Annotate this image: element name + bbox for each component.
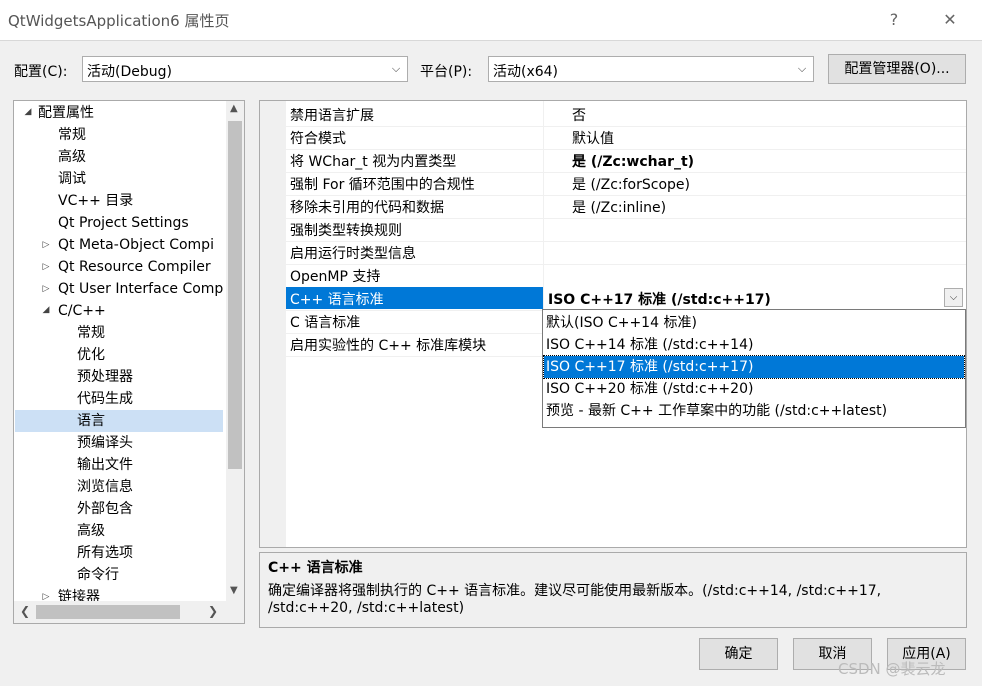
tree-item-output-files[interactable]: 输出文件 bbox=[77, 454, 133, 476]
description-panel: C++ 语言标准 确定编译器将强制执行的 C++ 语言标准。建议尽可能使用最新版… bbox=[259, 552, 967, 628]
tree-item-command-line[interactable]: 命令行 bbox=[77, 564, 119, 586]
title-bar: QtWidgetsApplication6 属性页 ? ✕ bbox=[0, 0, 982, 41]
dropdown-option[interactable]: 默认(ISO C++14 标准) bbox=[544, 312, 964, 334]
config-label: 配置(C): bbox=[14, 64, 68, 80]
tree-item-language[interactable]: 语言 bbox=[77, 410, 105, 432]
tree-vertical-scrollbar[interactable]: ▲ ▼ bbox=[226, 101, 244, 601]
grid-row[interactable]: OpenMP 支持 bbox=[286, 264, 966, 288]
tree-horizontal-scrollbar[interactable]: ❮ ❯ bbox=[14, 601, 244, 623]
config-manager-button[interactable]: 配置管理器(O)... bbox=[828, 54, 966, 84]
tree-item-qt-uic[interactable]: Qt User Interface Comp bbox=[58, 278, 223, 300]
property-name: 将 WChar_t 视为内置类型 bbox=[290, 154, 457, 170]
chevron-down-icon: ⌵ bbox=[797, 62, 807, 75]
tree-item-optimization[interactable]: 优化 bbox=[77, 344, 105, 366]
grid-row[interactable]: 禁用语言扩展 否 bbox=[286, 103, 966, 127]
dropdown-option-selected[interactable]: ISO C++17 标准 (/std:c++17) bbox=[543, 355, 965, 379]
tree-item-cpp-general[interactable]: 常规 bbox=[77, 322, 105, 344]
tree-collapsed-icon[interactable]: ▷ bbox=[40, 284, 52, 294]
close-icon[interactable]: ✕ bbox=[932, 6, 968, 34]
tree-item-general[interactable]: 常规 bbox=[58, 124, 86, 146]
tree-item-pch[interactable]: 预编译头 bbox=[77, 432, 133, 454]
tree-item-cpp-advanced[interactable]: 高级 bbox=[77, 520, 105, 542]
watermark: CSDN @裴云龙 bbox=[838, 660, 946, 678]
dropdown-option[interactable]: 预览 - 最新 C++ 工作草案中的功能 (/std:c++latest) bbox=[544, 400, 964, 422]
grid-gutter bbox=[260, 101, 286, 547]
tree-item-vc-dirs[interactable]: VC++ 目录 bbox=[58, 190, 133, 212]
grid-row[interactable]: 将 WChar_t 视为内置类型 是 (/Zc:wchar_t) bbox=[286, 149, 966, 173]
platform-value: 活动(x64) bbox=[493, 64, 559, 80]
property-value: 否 bbox=[572, 108, 586, 124]
tree-item-code-gen[interactable]: 代码生成 bbox=[77, 388, 133, 410]
property-name: 强制类型转换规则 bbox=[290, 223, 402, 239]
tree-expanded-icon[interactable]: ◢ bbox=[22, 107, 34, 117]
cpp-standard-dropdown[interactable]: 默认(ISO C++14 标准) ISO C++14 标准 (/std:c++1… bbox=[542, 309, 966, 428]
property-value: 默认值 bbox=[572, 131, 614, 147]
property-value: 是 (/Zc:wchar_t) bbox=[572, 154, 695, 170]
tree-vscroll-thumb[interactable] bbox=[228, 121, 242, 469]
property-name: 移除未引用的代码和数据 bbox=[290, 200, 444, 216]
property-name: 符合模式 bbox=[290, 131, 346, 147]
tree-item-preprocessor[interactable]: 预处理器 bbox=[77, 366, 133, 388]
grid-row[interactable]: 启用运行时类型信息 bbox=[286, 241, 966, 265]
dropdown-option[interactable]: ISO C++14 标准 (/std:c++14) bbox=[544, 334, 964, 356]
property-name: C++ 语言标准 bbox=[290, 292, 384, 308]
property-value: 是 (/Zc:inline) bbox=[572, 200, 667, 216]
tree-item-qt-rcc[interactable]: Qt Resource Compiler bbox=[58, 256, 211, 278]
tree-panel: ◢ 配置属性 常规 高级 调试 VC++ 目录 Qt Project Setti… bbox=[13, 100, 245, 624]
property-name: 启用实验性的 C++ 标准库模块 bbox=[290, 338, 487, 354]
help-icon[interactable]: ? bbox=[876, 6, 912, 34]
tree-item-config-props[interactable]: 配置属性 bbox=[38, 102, 94, 124]
tree-collapsed-icon[interactable]: ▷ bbox=[40, 240, 52, 250]
tree-item-browse-info[interactable]: 浏览信息 bbox=[77, 476, 133, 498]
grid-row-selected[interactable]: C++ 语言标准 ISO C++17 标准 (/std:c++17) ⌵ bbox=[286, 287, 966, 311]
description-text-line2: /std:c++20, /std:c++latest) bbox=[268, 600, 465, 616]
property-name: 启用运行时类型信息 bbox=[290, 246, 416, 262]
tree-hscroll-thumb[interactable] bbox=[36, 605, 180, 619]
description-text-line1: 确定编译器将强制执行的 C++ 语言标准。建议尽可能使用最新版本。(/std:c… bbox=[268, 583, 882, 599]
tree-view: ◢ 配置属性 常规 高级 调试 VC++ 目录 Qt Project Setti… bbox=[14, 101, 226, 601]
tree-item-all-options[interactable]: 所有选项 bbox=[77, 542, 133, 564]
ok-button[interactable]: 确定 bbox=[699, 638, 778, 670]
value-editor[interactable]: ISO C++17 标准 (/std:c++17) ⌵ bbox=[544, 287, 966, 309]
tree-item-linker[interactable]: 链接器 bbox=[58, 586, 100, 601]
tree-item-qt-moc[interactable]: Qt Meta-Object Compi bbox=[58, 234, 214, 256]
window-title: QtWidgetsApplication6 属性页 bbox=[8, 12, 230, 30]
description-title: C++ 语言标准 bbox=[268, 560, 363, 576]
chevron-down-icon[interactable]: ▼ bbox=[230, 585, 238, 596]
property-name: 禁用语言扩展 bbox=[290, 108, 374, 124]
tree-expanded-icon[interactable]: ◢ bbox=[40, 305, 52, 315]
config-select[interactable]: 活动(Debug) ⌵ bbox=[82, 56, 408, 82]
property-value: 是 (/Zc:forScope) bbox=[572, 177, 690, 193]
tree-item-qt-project-settings[interactable]: Qt Project Settings bbox=[58, 212, 189, 234]
tree-item-debug[interactable]: 调试 bbox=[58, 168, 86, 190]
grid-row[interactable]: 强制 For 循环范围中的合规性 是 (/Zc:forScope) bbox=[286, 172, 966, 196]
platform-label: 平台(P): bbox=[420, 64, 473, 80]
chevron-up-icon[interactable]: ▲ bbox=[230, 103, 238, 114]
dropdown-option[interactable]: ISO C++20 标准 (/std:c++20) bbox=[544, 378, 964, 400]
property-name: 强制 For 循环范围中的合规性 bbox=[290, 177, 475, 193]
chevron-down-icon[interactable]: ⌵ bbox=[944, 288, 963, 307]
property-value: ISO C++17 标准 (/std:c++17) bbox=[548, 292, 771, 308]
config-value: 活动(Debug) bbox=[87, 64, 172, 80]
tree-collapsed-icon[interactable]: ▷ bbox=[40, 262, 52, 272]
property-name: C 语言标准 bbox=[290, 315, 361, 331]
grid-row[interactable]: 符合模式 默认值 bbox=[286, 126, 966, 150]
tree-item-cpp[interactable]: C/C++ bbox=[58, 300, 106, 322]
chevron-left-icon[interactable]: ❮ bbox=[20, 604, 30, 618]
tree-collapsed-icon[interactable]: ▷ bbox=[40, 592, 52, 601]
tree-item-advanced[interactable]: 高级 bbox=[58, 146, 86, 168]
chevron-right-icon[interactable]: ❯ bbox=[208, 604, 218, 618]
tree-selection-highlight bbox=[15, 410, 223, 432]
chevron-down-icon: ⌵ bbox=[391, 62, 401, 75]
platform-select[interactable]: 活动(x64) ⌵ bbox=[488, 56, 814, 82]
tree-item-external-includes[interactable]: 外部包含 bbox=[77, 498, 133, 520]
grid-row[interactable]: 移除未引用的代码和数据 是 (/Zc:inline) bbox=[286, 195, 966, 219]
property-name: OpenMP 支持 bbox=[290, 269, 381, 285]
grid-row[interactable]: 强制类型转换规则 bbox=[286, 218, 966, 242]
